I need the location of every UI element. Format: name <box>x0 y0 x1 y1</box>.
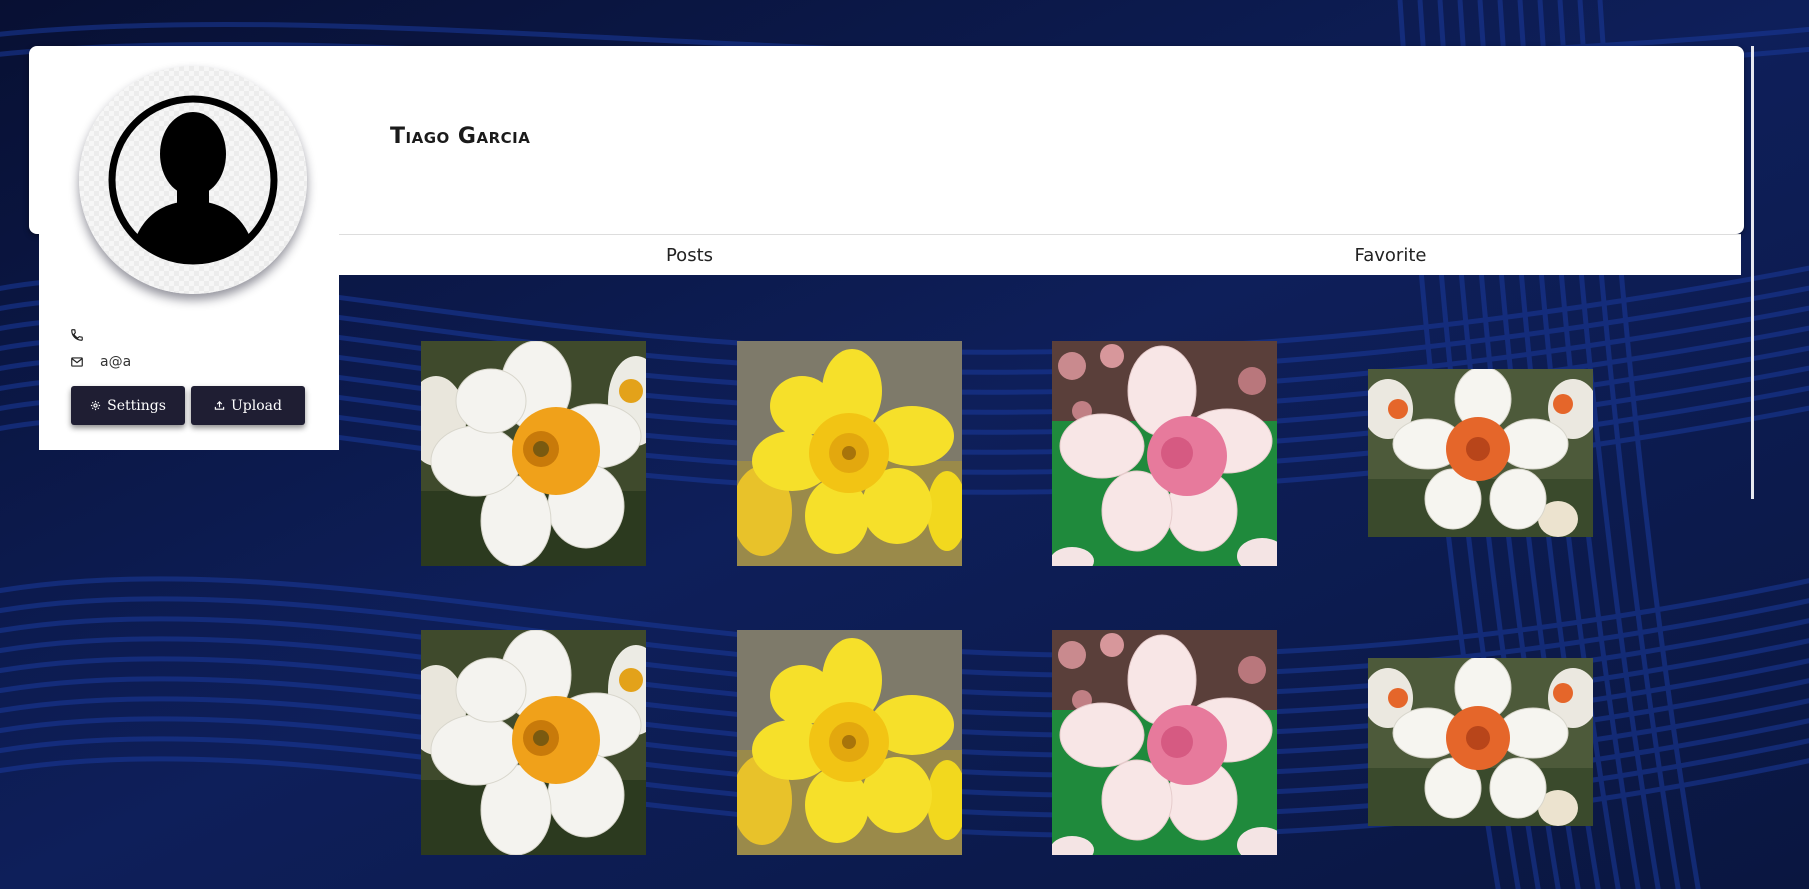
gallery-image[interactable] <box>1052 341 1277 566</box>
email-value: a@a <box>100 354 132 370</box>
email-row: a@a <box>70 354 131 370</box>
gallery-image[interactable] <box>737 630 962 855</box>
pink-daffodil-image <box>1052 630 1277 855</box>
gallery-image[interactable] <box>1368 369 1593 537</box>
pink-daffodil-image <box>1052 341 1277 566</box>
tab-posts[interactable]: Posts <box>339 235 1040 275</box>
upload-button-label: Upload <box>231 397 282 414</box>
scrollbar[interactable] <box>1751 46 1754 499</box>
yellow-daffodil-image <box>737 630 962 855</box>
yellow-daffodil-image <box>737 341 962 566</box>
settings-button-label: Settings <box>107 397 166 414</box>
avatar[interactable] <box>79 66 307 294</box>
gear-icon <box>91 400 101 411</box>
phone-icon <box>71 329 83 341</box>
profile-name: Tiago Garcia <box>390 124 531 149</box>
white-daffodil-image <box>421 341 646 566</box>
white-daffodil-image <box>421 630 646 855</box>
tab-favorite[interactable]: Favorite <box>1040 235 1741 275</box>
phone-row <box>70 328 100 342</box>
gallery-image[interactable] <box>421 630 646 855</box>
coral-daffodil-image <box>1368 658 1593 826</box>
mail-icon <box>71 357 83 367</box>
gallery-image[interactable] <box>421 341 646 566</box>
gallery-image[interactable] <box>737 341 962 566</box>
upload-icon <box>214 401 225 410</box>
upload-button[interactable]: Upload <box>191 386 305 425</box>
coral-daffodil-image <box>1368 369 1593 537</box>
user-silhouette-icon <box>79 66 307 294</box>
settings-button[interactable]: Settings <box>71 386 185 425</box>
gallery-image[interactable] <box>1368 658 1593 826</box>
profile-tabs: Posts Favorite <box>339 234 1741 275</box>
gallery-image[interactable] <box>1052 630 1277 855</box>
